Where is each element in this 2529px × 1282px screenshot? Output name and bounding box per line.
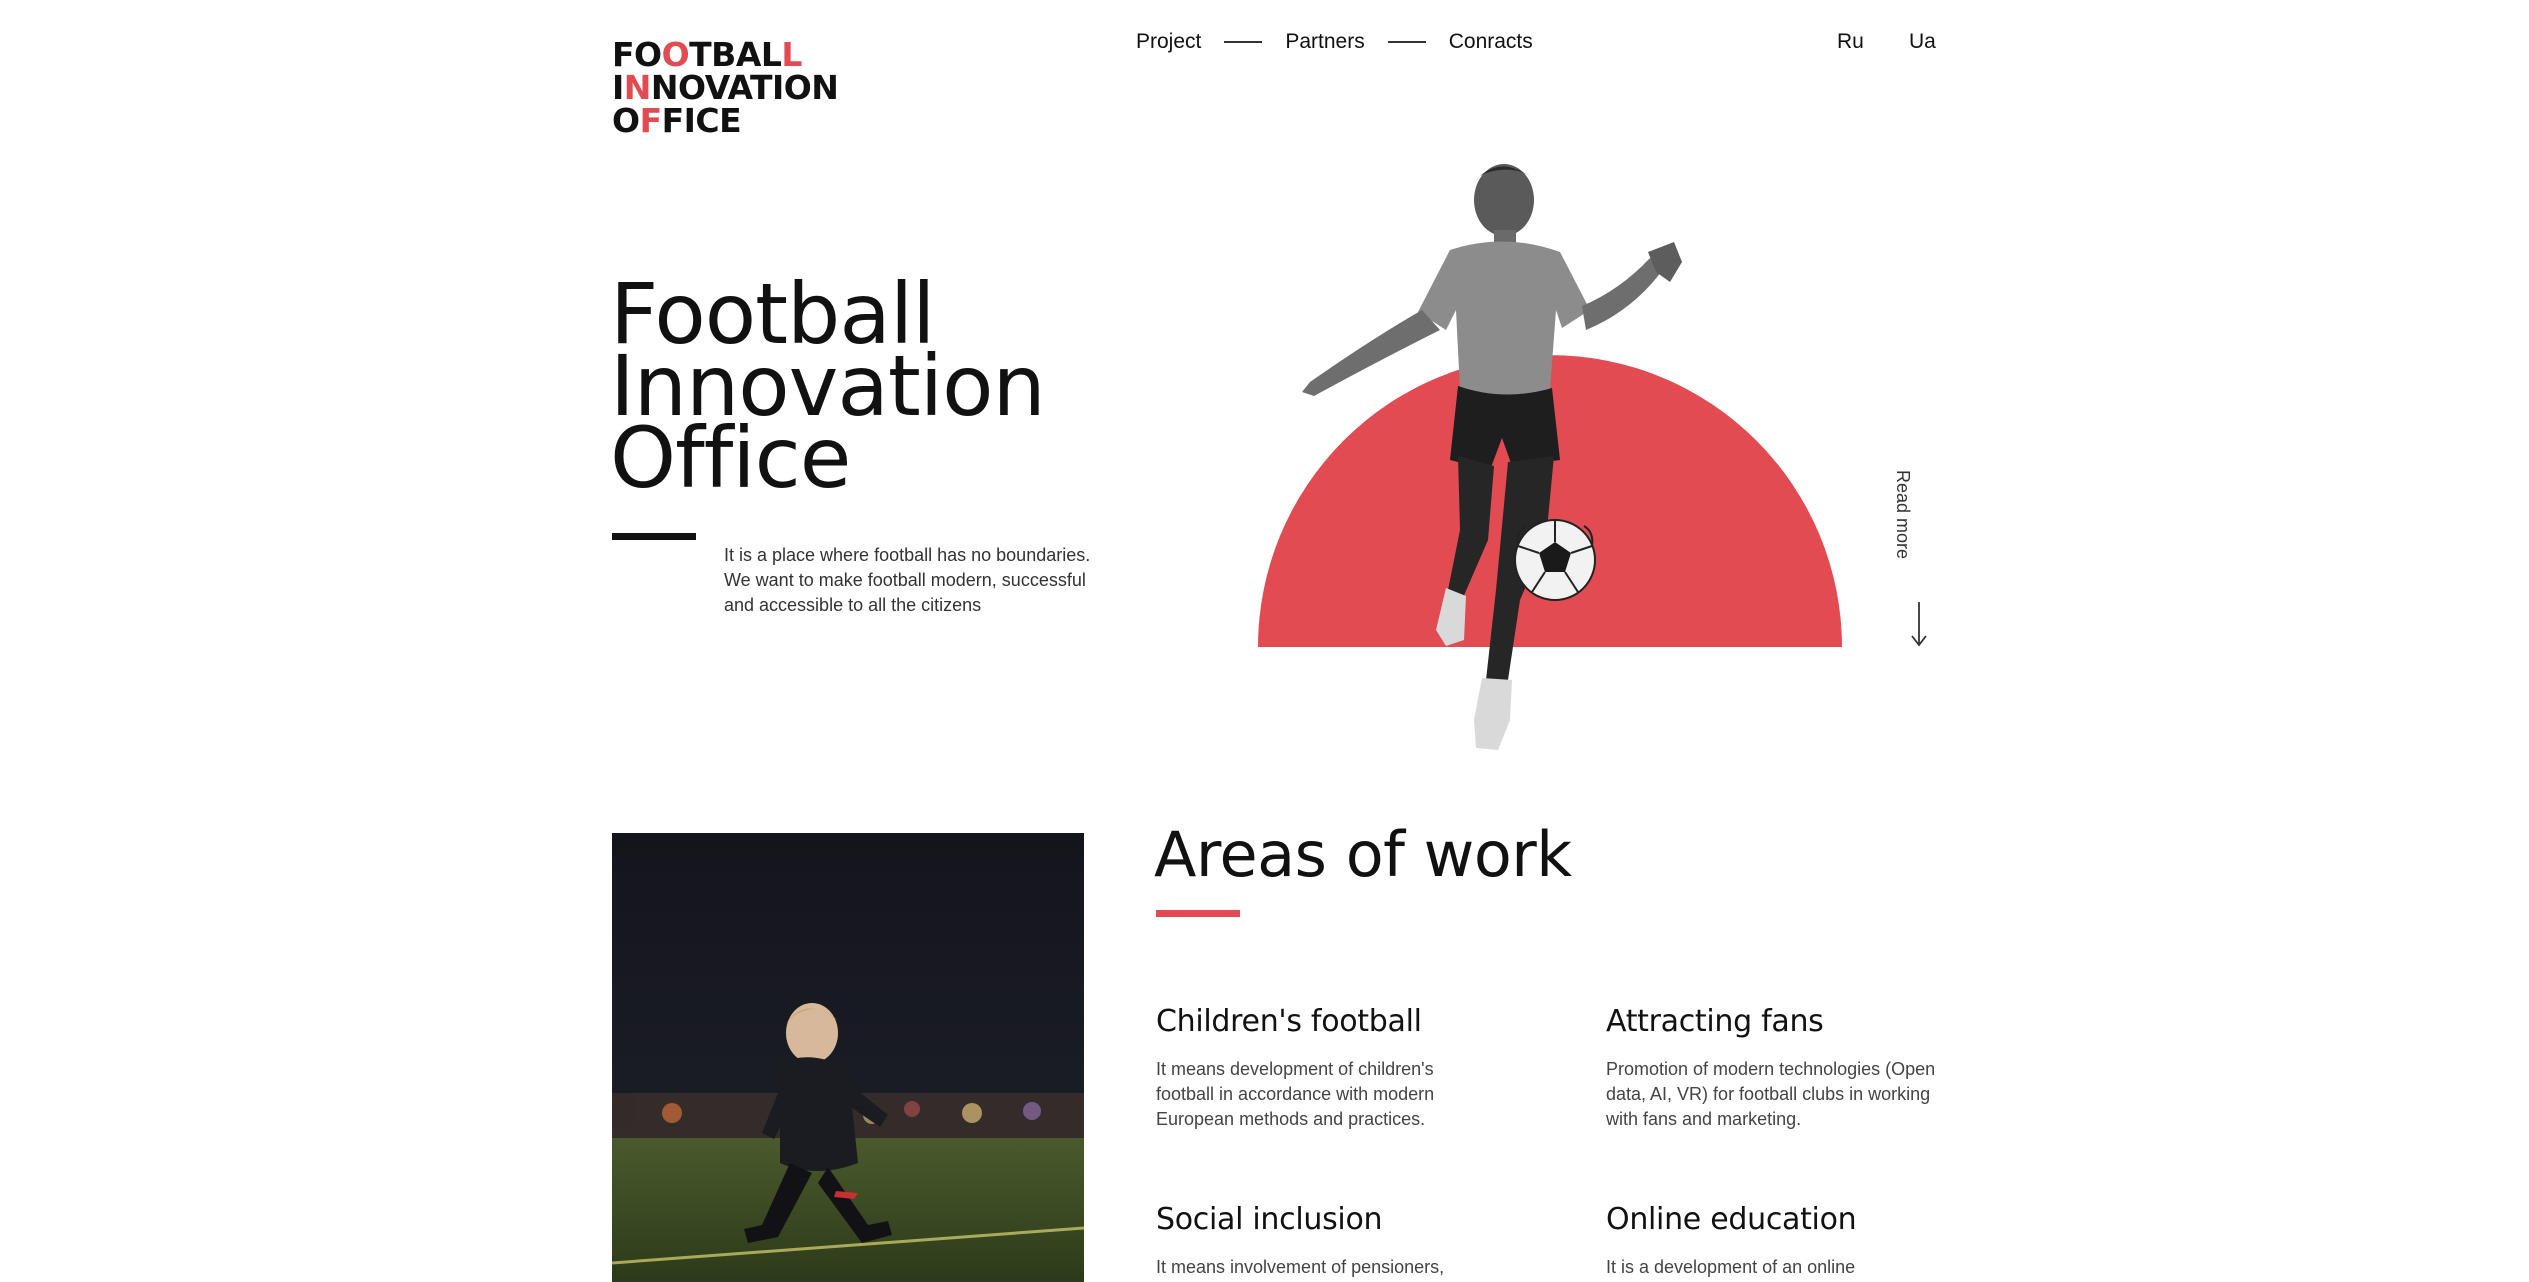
logo[interactable]: FOOTBALL INNOVATION OFFICE xyxy=(612,35,839,140)
main-nav: Project Partners Conracts xyxy=(1136,30,1533,54)
area-attracting-fans: Attracting fans Promotion of modern tech… xyxy=(1606,1004,1946,1132)
area-childrens-football: Children's football It means development… xyxy=(1156,1004,1496,1132)
child-football-photo xyxy=(612,833,1084,1282)
nav-item-project[interactable]: Project xyxy=(1136,30,1201,54)
nav-item-contacts[interactable]: Conracts xyxy=(1449,30,1533,54)
hero-description: It is a place where football has no boun… xyxy=(724,545,1091,615)
hero-player-image xyxy=(1258,164,1842,750)
area-social-inclusion: Social inclusion It means involvement of… xyxy=(1156,1202,1496,1280)
areas-accent-line xyxy=(1156,910,1240,917)
logo-line-2: INNOVATION xyxy=(612,68,839,107)
area-text: It means development of children's footb… xyxy=(1156,1059,1435,1129)
logo-line-1: FOOTBALL xyxy=(612,35,802,74)
nav-separator xyxy=(1387,41,1426,43)
arrow-down-icon[interactable] xyxy=(1909,600,1929,648)
read-more-link[interactable]: Read more xyxy=(1893,470,1913,559)
area-title: Attracting fans xyxy=(1606,1004,1824,1039)
area-text: It means involvement of pensioners, xyxy=(1156,1257,1445,1277)
hero-title: Football Innovation Office xyxy=(610,272,1046,500)
nav-separator xyxy=(1224,41,1263,43)
language-ua[interactable]: Ua xyxy=(1909,30,1936,54)
area-text: It is a development of an online xyxy=(1606,1257,1856,1277)
area-online-education: Online education It is a development of … xyxy=(1606,1202,1946,1280)
nav-item-partners[interactable]: Partners xyxy=(1285,30,1364,54)
area-text: Promotion of modern technologies (Open d… xyxy=(1606,1059,1936,1129)
logo-line-3: OFFICE xyxy=(612,101,742,140)
language-ru[interactable]: Ru xyxy=(1837,30,1864,54)
areas-title: Areas of work xyxy=(1154,818,1572,891)
football-ball xyxy=(1514,519,1596,601)
page: FOOTBALL INNOVATION OFFICE Project Partn… xyxy=(0,0,2529,1282)
area-title: Children's football xyxy=(1156,1004,1422,1039)
area-title: Online education xyxy=(1606,1202,1857,1237)
area-title: Social inclusion xyxy=(1156,1202,1383,1237)
hero-dash xyxy=(612,533,696,540)
